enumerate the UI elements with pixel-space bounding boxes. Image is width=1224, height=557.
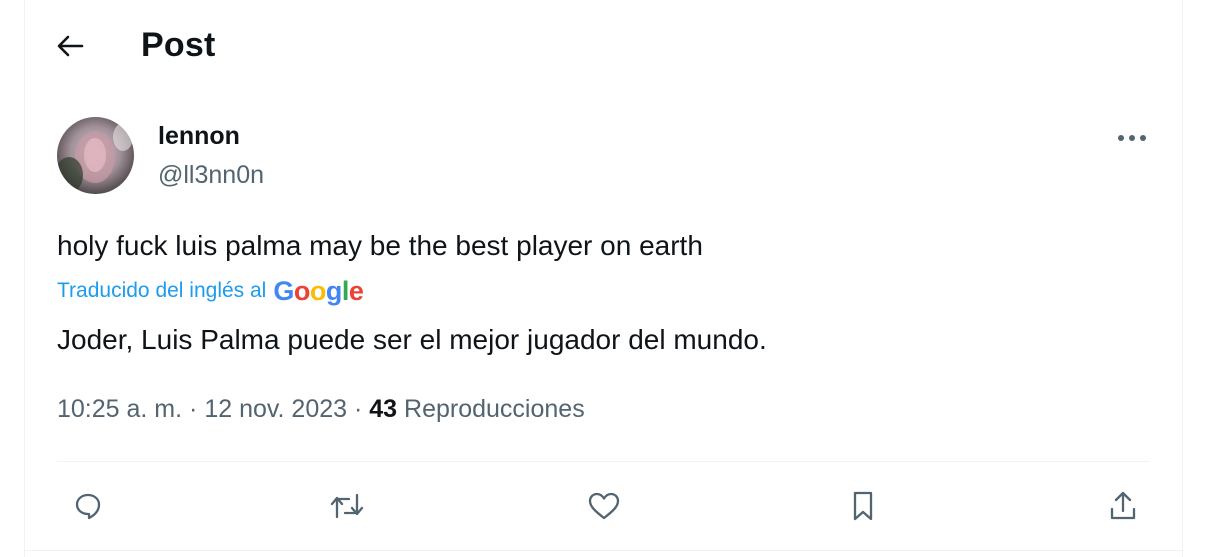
column-border-right [1182,0,1183,557]
reply-button[interactable] [66,484,110,528]
like-button[interactable] [582,484,626,528]
post-text: holy fuck luis palma may be the best pla… [57,230,703,261]
share-icon [1108,490,1138,522]
back-button[interactable] [50,26,90,66]
post-detail-page: Post lennon @ll3nn0n holy fuck luis palm… [0,0,1224,557]
translation-attribution: Traducido del inglés al Google [57,276,364,306]
translated-text: Joder, Luis Palma puede ser el mejor jug… [57,324,767,355]
google-logo: Google [273,276,364,306]
arrow-left-icon [56,34,84,58]
post-meta: 10:25 a. m. · 12 nov. 2023 · 43 Reproduc… [57,392,585,426]
bookmark-icon [850,490,876,522]
views-label: Reproducciones [404,395,585,423]
more-horizontal-icon [1117,134,1147,142]
bookmark-button[interactable] [841,484,885,528]
heart-icon [587,491,621,521]
more-button[interactable] [1112,122,1152,154]
page-title: Post [141,26,216,64]
post-time[interactable]: 10:25 a. m. [57,395,182,423]
divider [57,461,1150,462]
reply-icon [73,491,103,521]
repost-icon [327,491,367,521]
meta-separator: · [353,395,363,423]
divider-bottom [25,550,1182,551]
repost-button[interactable] [325,484,369,528]
meta-separator: · [189,395,198,423]
share-button[interactable] [1101,484,1145,528]
views-count: 43 [369,395,398,423]
avatar[interactable] [57,117,134,194]
post-date[interactable]: 12 nov. 2023 [204,395,347,423]
author-handle[interactable]: @ll3nn0n [158,160,264,190]
translation-label[interactable]: Traducido del inglés al [57,279,266,303]
author-name[interactable]: lennon [158,121,240,151]
